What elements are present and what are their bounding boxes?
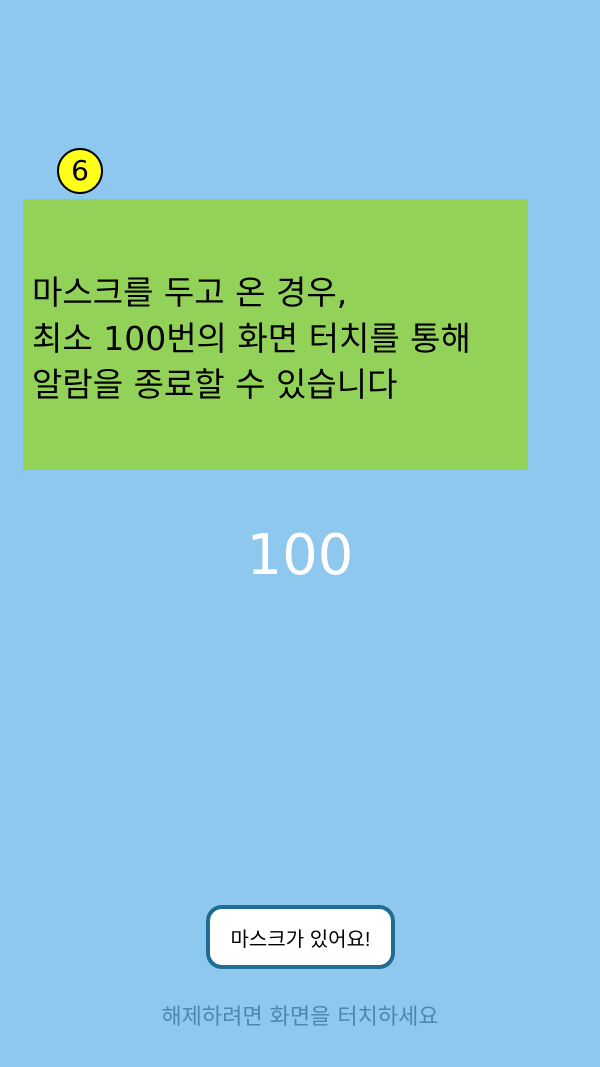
instruction-line: 최소 100번의 화면 터치를 통해	[32, 319, 471, 358]
instruction-line: 마스크를 두고 온 경우,	[32, 273, 348, 312]
step-number: 6	[71, 154, 89, 187]
have-mask-button[interactable]: 마스크가 있어요!	[206, 905, 395, 969]
instruction-box: 마스크를 두고 온 경우, 최소 100번의 화면 터치를 통해 알람을 종료할…	[23, 199, 528, 470]
dismiss-hint: 해제하려면 화면을 터치하세요	[161, 1005, 439, 1030]
instruction-line: 알람을 종료할 수 있습니다	[32, 365, 398, 404]
step-number-badge: 6	[57, 148, 103, 194]
touch-counter: 100	[246, 523, 354, 588]
